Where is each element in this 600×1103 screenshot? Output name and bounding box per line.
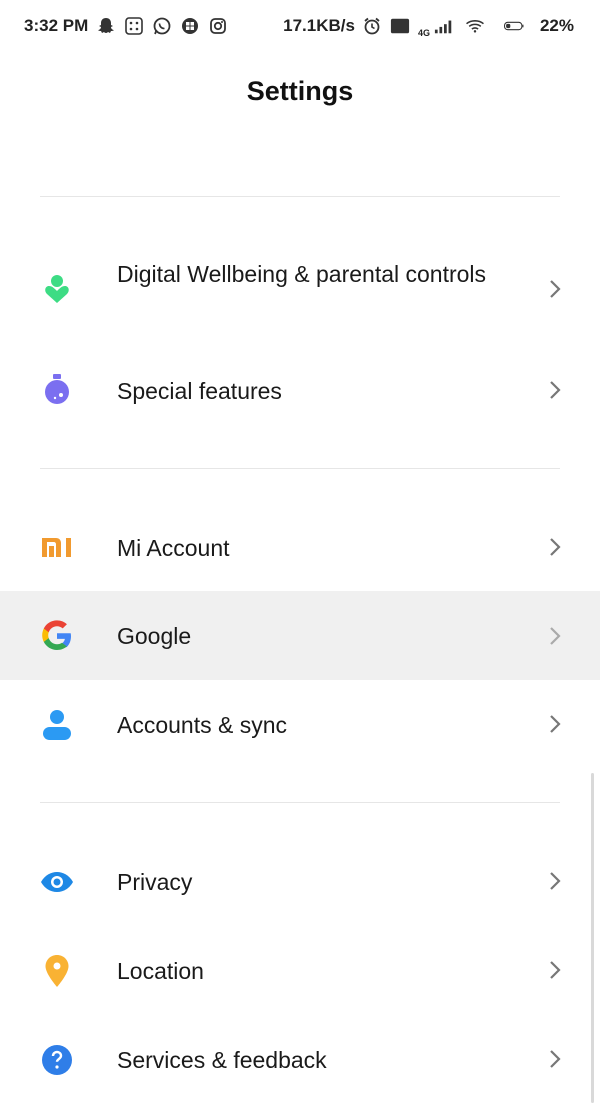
battery-icon bbox=[495, 16, 533, 36]
signal-icon bbox=[433, 16, 455, 36]
divider bbox=[40, 196, 560, 197]
settings-item-services-feedback[interactable]: Services & feedback bbox=[0, 1018, 600, 1103]
page-title: Settings bbox=[246, 76, 354, 106]
settings-item-label: Mi Account bbox=[117, 535, 230, 561]
settings-item-label: Privacy bbox=[117, 869, 193, 895]
chevron-right-icon bbox=[546, 278, 564, 300]
network-type: 4G bbox=[417, 28, 430, 38]
settings-item-digital-wellbeing[interactable]: Digital Wellbeing & parental controls bbox=[0, 244, 600, 334]
alarm-icon bbox=[362, 16, 382, 36]
network-speed: 17.1KB/s bbox=[283, 16, 355, 35]
digital-wellbeing-icon bbox=[40, 272, 74, 306]
chevron-right-icon bbox=[546, 959, 564, 981]
instagram-icon bbox=[208, 16, 228, 36]
divider bbox=[40, 802, 560, 803]
whatsapp-icon bbox=[152, 16, 172, 36]
snapchat-icon bbox=[96, 16, 116, 36]
account-icon bbox=[40, 708, 74, 742]
status-time: 3:32 PM bbox=[24, 16, 89, 35]
settings-item-label: Special features bbox=[117, 378, 282, 404]
settings-item-label: Digital Wellbeing & parental controls bbox=[117, 261, 487, 287]
eye-icon bbox=[40, 865, 74, 899]
status-left: 3:32 PM bbox=[24, 16, 228, 36]
divider bbox=[40, 468, 560, 469]
status-right: 17.1KB/s 4G 22% bbox=[283, 14, 574, 38]
google-icon bbox=[40, 619, 74, 653]
app-icon bbox=[180, 16, 200, 36]
chevron-right-icon bbox=[546, 713, 564, 735]
chevron-right-icon bbox=[546, 1048, 564, 1070]
scrollbar[interactable] bbox=[591, 773, 594, 1103]
settings-item-label: Accounts & sync bbox=[117, 712, 288, 738]
settings-item-mi-account[interactable]: Mi Account bbox=[0, 505, 600, 591]
help-icon bbox=[40, 1043, 74, 1077]
volte-icon bbox=[389, 16, 411, 36]
settings-item-privacy[interactable]: Privacy bbox=[0, 840, 600, 924]
notification-grid-icon bbox=[124, 16, 144, 36]
chevron-right-icon bbox=[546, 379, 564, 401]
location-pin-icon bbox=[40, 954, 74, 988]
settings-item-special-features[interactable]: Special features bbox=[0, 350, 600, 430]
settings-item-google[interactable]: Google bbox=[0, 591, 600, 680]
special-features-icon bbox=[40, 372, 74, 406]
chevron-right-icon bbox=[546, 536, 564, 558]
settings-item-label: Location bbox=[117, 958, 204, 984]
wifi-icon bbox=[462, 16, 488, 36]
mi-logo-icon bbox=[40, 531, 74, 565]
settings-item-label: Google bbox=[117, 623, 192, 649]
status-bar: 3:32 PM 17.1KB/s 4G 22% bbox=[0, 0, 600, 52]
settings-item-accounts-sync[interactable]: Accounts & sync bbox=[0, 680, 600, 770]
chevron-right-icon bbox=[546, 870, 564, 892]
settings-item-label: Services & feedback bbox=[117, 1047, 327, 1073]
settings-item-location[interactable]: Location bbox=[0, 928, 600, 1014]
battery-percentage: 22% bbox=[539, 16, 574, 35]
chevron-right-icon bbox=[546, 625, 564, 647]
